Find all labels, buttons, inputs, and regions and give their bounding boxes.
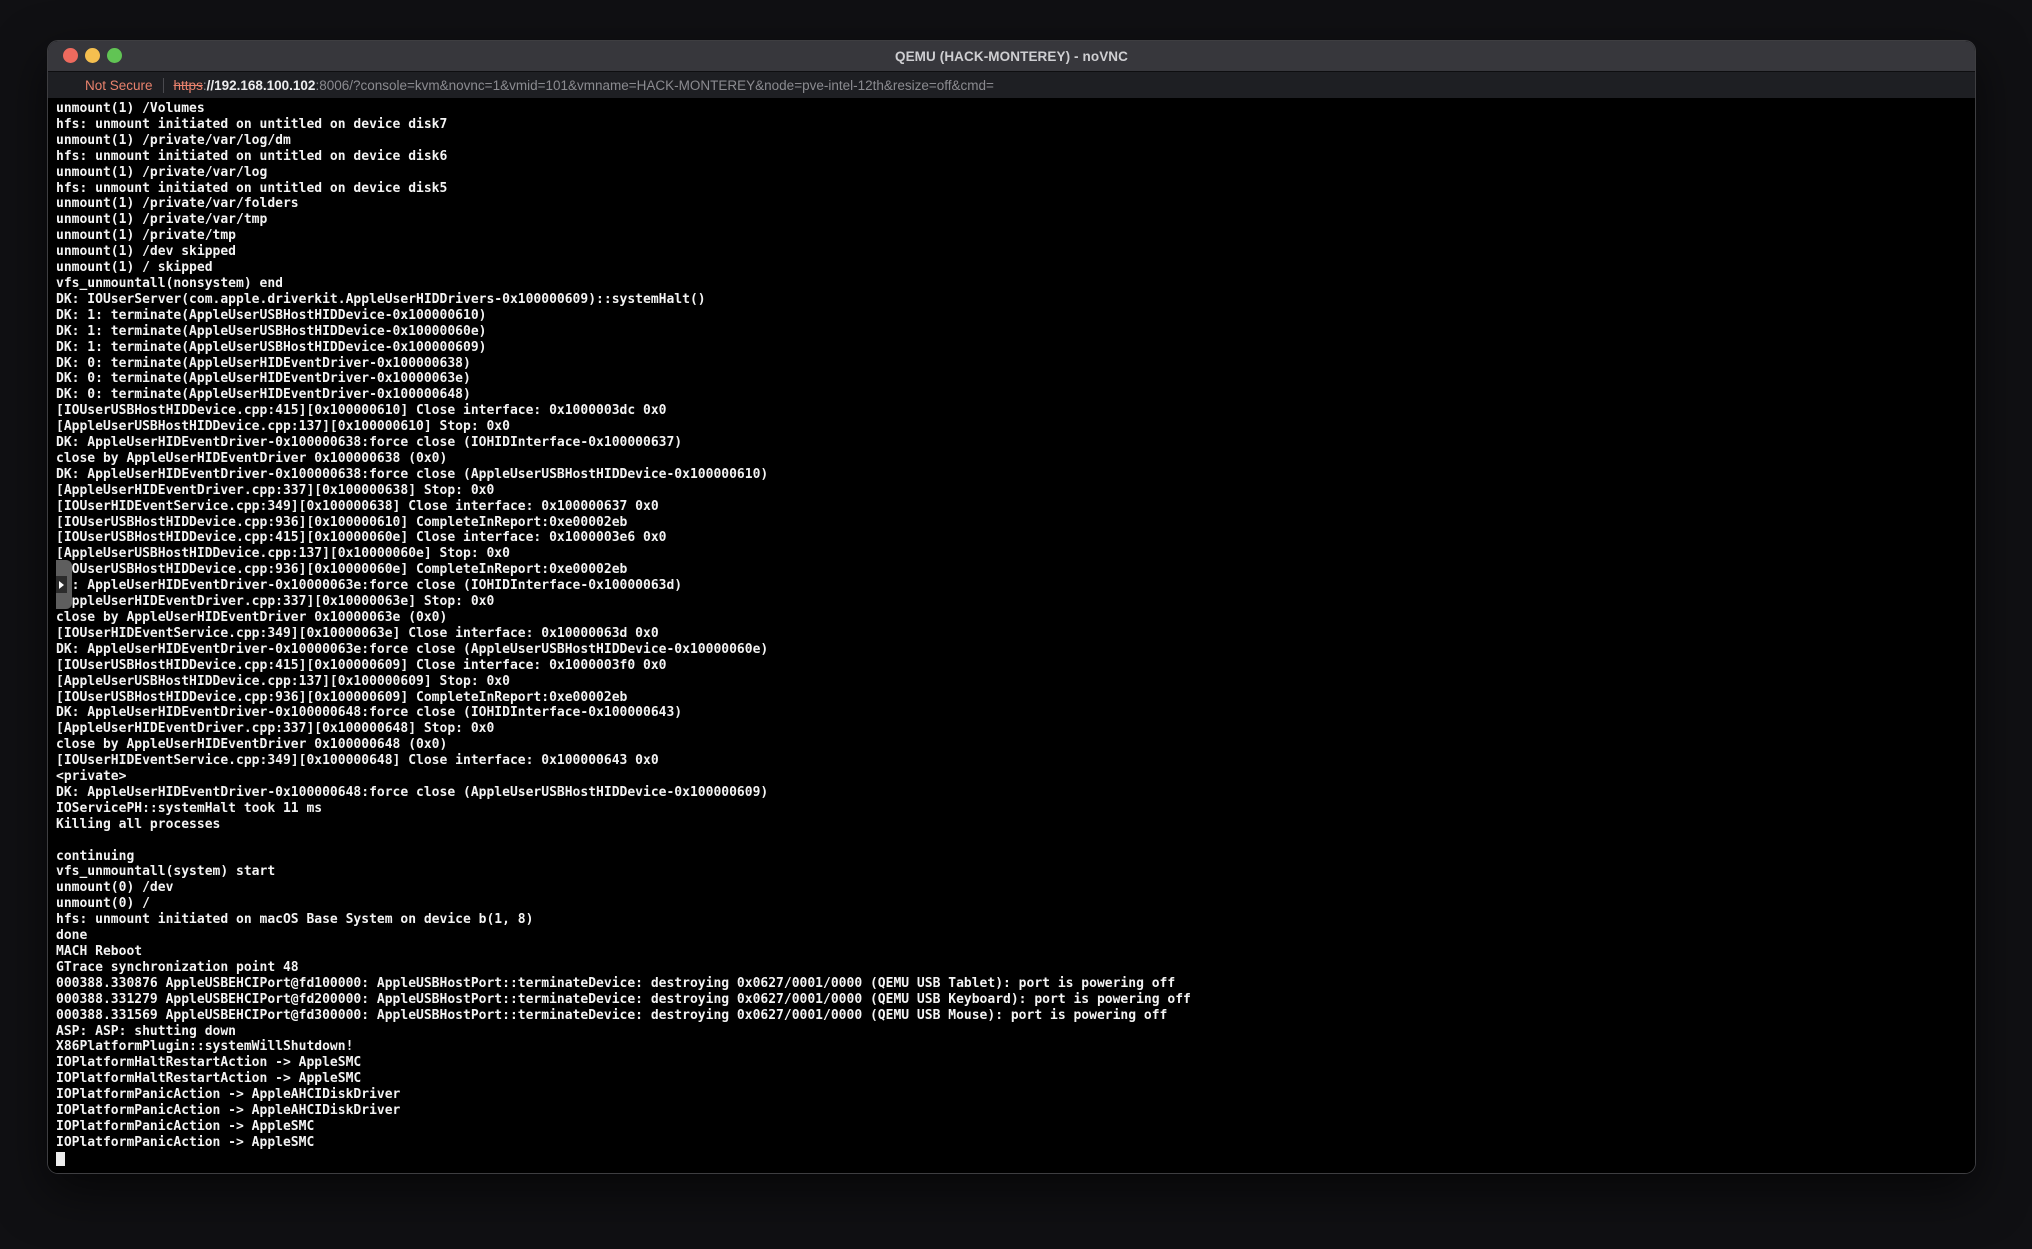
console-line: DK: 1: terminate(AppleUserUSBHostHIDDevi… [56, 340, 1975, 356]
console-line: hfs: unmount initiated on untitled on de… [56, 117, 1975, 133]
console-line: IOPlatformPanicAction -> AppleAHCIDiskDr… [56, 1087, 1975, 1103]
console-line: hfs: unmount initiated on macOS Base Sys… [56, 912, 1975, 928]
console-line: [IOUserUSBHostHIDDevice.cpp:936][0x10000… [56, 562, 1975, 578]
console-line: IOServicePH::systemHalt took 11 ms [56, 801, 1975, 817]
console-line: DK: 0: terminate(AppleUserHIDEventDriver… [56, 371, 1975, 387]
console-line: hfs: unmount initiated on untitled on de… [56, 149, 1975, 165]
console-line: [IOUserUSBHostHIDDevice.cpp:415][0x10000… [56, 403, 1975, 419]
not-secure-label: Not Secure [85, 78, 153, 93]
console-line: MACH Reboot [56, 944, 1975, 960]
console-line: DK: IOUserServer(com.apple.driverkit.App… [56, 292, 1975, 308]
browser-window: QEMU (HACK-MONTEREY) - noVNC Not Secure … [47, 40, 1976, 1174]
console-log: unmount(1) /Volumeshfs: unmount initiate… [56, 101, 1975, 1151]
console-line: [IOUserHIDEventService.cpp:349][0x100000… [56, 626, 1975, 642]
minimize-button[interactable] [85, 48, 100, 63]
console-line: [IOUserUSBHostHIDDevice.cpp:936][0x10000… [56, 690, 1975, 706]
urlbar-divider [163, 78, 164, 93]
console-line: DK: AppleUserHIDEventDriver-0x10000063e:… [56, 578, 1975, 594]
console-line: Killing all processes [56, 817, 1975, 833]
console-line: DK: 1: terminate(AppleUserUSBHostHIDDevi… [56, 308, 1975, 324]
console-line: DK: AppleUserHIDEventDriver-0x10000063e:… [56, 642, 1975, 658]
expand-arrow-icon [56, 576, 67, 593]
console-line: [AppleUserHIDEventDriver.cpp:337][0x1000… [56, 594, 1975, 610]
console-line: unmount(1) /dev skipped [56, 244, 1975, 260]
console-line: unmount(1) / skipped [56, 260, 1975, 276]
console-line: DK: 0: terminate(AppleUserHIDEventDriver… [56, 387, 1975, 403]
url-path-query: :8006/?console=kvm&novnc=1&vmid=101&vmna… [315, 78, 993, 93]
console-line: <private> [56, 769, 1975, 785]
console-line: X86PlatformPlugin::systemWillShutdown! [56, 1039, 1975, 1055]
console-line: DK: 0: terminate(AppleUserHIDEventDriver… [56, 356, 1975, 372]
console-line: unmount(1) /Volumes [56, 101, 1975, 117]
console-line: [AppleUserHIDEventDriver.cpp:337][0x1000… [56, 721, 1975, 737]
console-line: DK: AppleUserHIDEventDriver-0x100000648:… [56, 785, 1975, 801]
console-line: unmount(1) /private/var/tmp [56, 212, 1975, 228]
zoom-button[interactable] [107, 48, 122, 63]
console-line: unmount(0) /dev [56, 880, 1975, 896]
console-line: GTrace synchronization point 48 [56, 960, 1975, 976]
console-line: [IOUserUSBHostHIDDevice.cpp:936][0x10000… [56, 515, 1975, 531]
console-line: close by AppleUserHIDEventDriver 0x10000… [56, 610, 1975, 626]
console-line: 000388.330876 AppleUSBEHCIPort@fd100000:… [56, 976, 1975, 992]
console-line: [AppleUserUSBHostHIDDevice.cpp:137][0x10… [56, 674, 1975, 690]
window-titlebar[interactable]: QEMU (HACK-MONTEREY) - noVNC [48, 41, 1975, 71]
console-line: [IOUserUSBHostHIDDevice.cpp:415][0x10000… [56, 530, 1975, 546]
console-line: unmount(1) /private/var/log/dm [56, 133, 1975, 149]
console-line: close by AppleUserHIDEventDriver 0x10000… [56, 451, 1975, 467]
console-line: IOPlatformPanicAction -> AppleAHCIDiskDr… [56, 1103, 1975, 1119]
console-line: IOPlatformHaltRestartAction -> AppleSMC [56, 1055, 1975, 1071]
console-line: unmount(1) /private/tmp [56, 228, 1975, 244]
console-line: [IOUserUSBHostHIDDevice.cpp:415][0x10000… [56, 658, 1975, 674]
console-line: [AppleUserUSBHostHIDDevice.cpp:137][0x10… [56, 546, 1975, 562]
console-line: ASP: ASP: shutting down [56, 1024, 1975, 1040]
console-line: unmount(1) /private/var/folders [56, 196, 1975, 212]
console-line: unmount(1) /private/var/log [56, 165, 1975, 181]
console-line: 000388.331569 AppleUSBEHCIPort@fd300000:… [56, 1008, 1975, 1024]
url-host: //192.168.100.102 [207, 78, 316, 93]
console-line: [AppleUserUSBHostHIDDevice.cpp:137][0x10… [56, 419, 1975, 435]
url-bar[interactable]: Not Secure https://192.168.100.102:8006/… [48, 71, 1975, 98]
console-line: IOPlatformPanicAction -> AppleSMC [56, 1135, 1975, 1151]
console-line: [AppleUserHIDEventDriver.cpp:337][0x1000… [56, 483, 1975, 499]
console-line: done [56, 928, 1975, 944]
warning-triangle-icon [63, 79, 78, 92]
console-line [56, 833, 1975, 849]
console-line: DK: AppleUserHIDEventDriver-0x100000638:… [56, 435, 1975, 451]
console-line: [IOUserHIDEventService.cpp:349][0x100000… [56, 499, 1975, 515]
console-line: [IOUserHIDEventService.cpp:349][0x100000… [56, 753, 1975, 769]
console-line: vfs_unmountall(system) start [56, 864, 1975, 880]
console-line: hfs: unmount initiated on untitled on de… [56, 181, 1975, 197]
url-scheme: https [174, 78, 203, 93]
console-line: DK: AppleUserHIDEventDriver-0x100000648:… [56, 705, 1975, 721]
console-line: close by AppleUserHIDEventDriver 0x10000… [56, 737, 1975, 753]
console-line: unmount(0) / [56, 896, 1975, 912]
console-line: 000388.331279 AppleUSBEHCIPort@fd200000:… [56, 992, 1975, 1008]
terminal-cursor [56, 1152, 65, 1166]
console-line: IOPlatformHaltRestartAction -> AppleSMC [56, 1071, 1975, 1087]
window-title: QEMU (HACK-MONTEREY) - noVNC [895, 49, 1128, 64]
novnc-control-bar-handle[interactable] [56, 560, 72, 609]
close-button[interactable] [63, 48, 78, 63]
console-line: DK: AppleUserHIDEventDriver-0x100000638:… [56, 467, 1975, 483]
vnc-console-screen[interactable]: unmount(1) /Volumeshfs: unmount initiate… [48, 98, 1975, 1173]
console-line: vfs_unmountall(nonsystem) end [56, 276, 1975, 292]
console-line: IOPlatformPanicAction -> AppleSMC [56, 1119, 1975, 1135]
console-line: DK: 1: terminate(AppleUserUSBHostHIDDevi… [56, 324, 1975, 340]
traffic-light-buttons [63, 48, 122, 63]
console-line: continuing [56, 849, 1975, 865]
